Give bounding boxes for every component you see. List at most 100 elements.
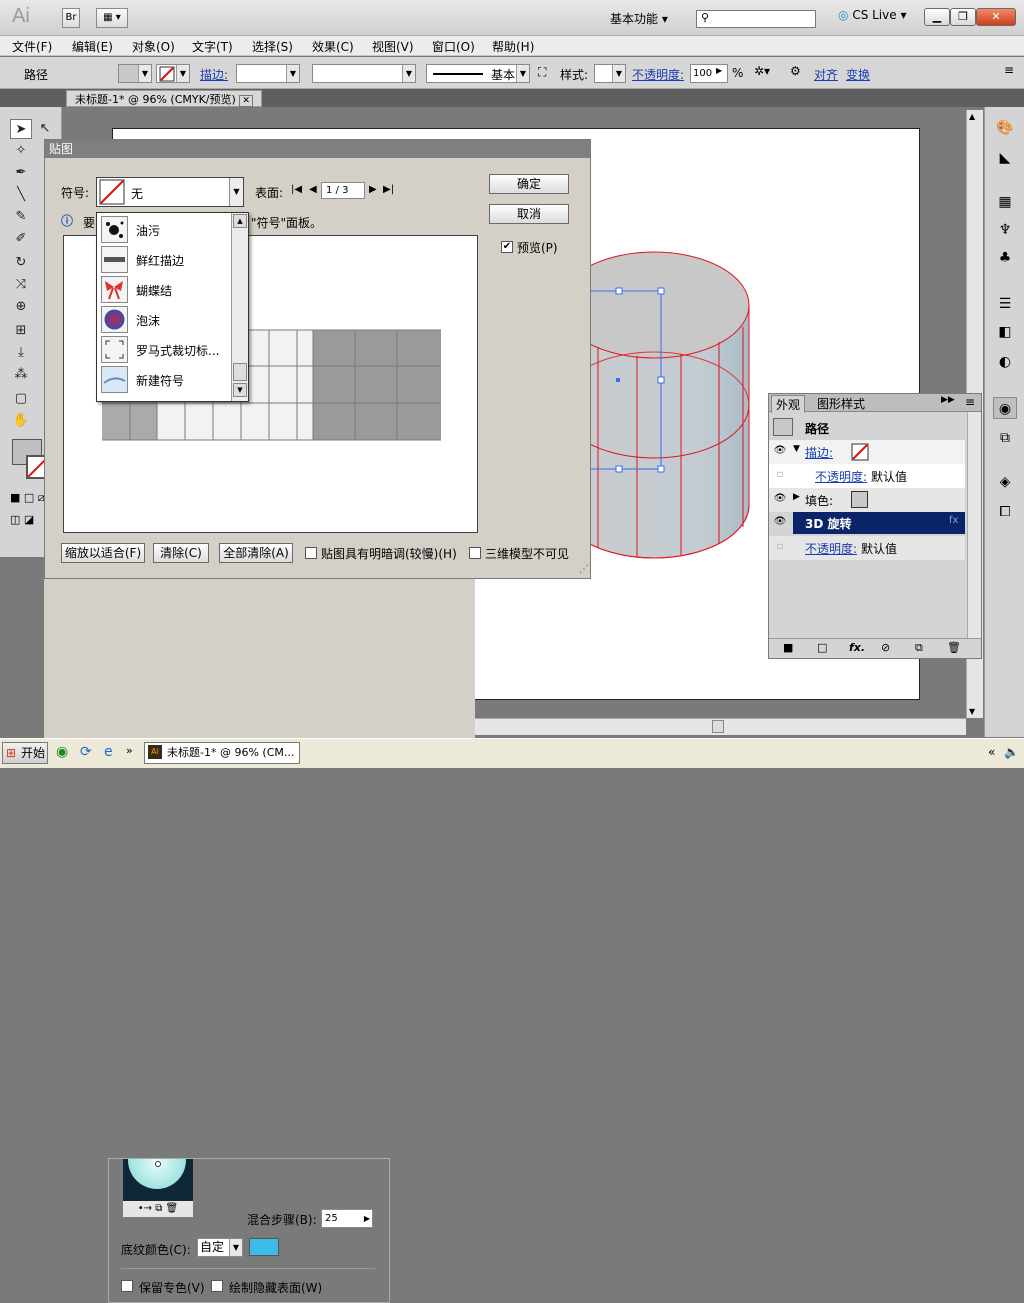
scroll-up-icon[interactable]: ▲ xyxy=(969,112,975,121)
transparency-panel-icon[interactable]: ◐ xyxy=(993,351,1017,373)
menu-object[interactable]: 对象(O) xyxy=(132,38,175,55)
stroke-link[interactable]: 描边: xyxy=(200,66,228,83)
opacity-row-link[interactable]: 不透明度: xyxy=(805,540,857,557)
search-input[interactable]: ⚲ xyxy=(696,10,816,28)
swatches-panel-icon[interactable]: ▦ xyxy=(993,191,1017,213)
visibility-eye-icon[interactable]: 👁 xyxy=(773,516,787,530)
brush-dropdown[interactable]: 基本 ▼ xyxy=(426,64,530,83)
scale-to-fit-button[interactable]: 缩放以适合(F) xyxy=(61,543,145,563)
opacity-link[interactable]: 不透明度: xyxy=(632,66,684,83)
symbol-list-scrollbar[interactable]: ▲ ▼ xyxy=(231,213,248,401)
tab-graphic-styles[interactable]: 图形样式 xyxy=(813,395,869,412)
scroll-down-icon[interactable]: ▼ xyxy=(969,707,975,716)
pencil-tool-icon[interactable]: ✐ xyxy=(10,229,32,249)
brush-options-icon[interactable]: ⛶ xyxy=(538,65,546,80)
last-surface-icon[interactable]: ▶| xyxy=(383,184,394,195)
no-stroke-icon[interactable] xyxy=(851,443,869,461)
add-stroke-icon[interactable]: ■ xyxy=(783,641,793,654)
layers-panel-icon[interactable]: ◈ xyxy=(993,471,1017,493)
cancel-button[interactable]: 取消 xyxy=(489,204,569,224)
brushes-panel-icon[interactable]: ♆ xyxy=(993,219,1017,241)
visibility-eye-icon[interactable]: 👁 xyxy=(773,493,787,507)
control-panel-menu-icon[interactable]: ≡ xyxy=(1004,63,1014,77)
scroll-up-icon[interactable]: ▲ xyxy=(233,214,247,228)
appearance-row-opacity[interactable]: ▫ 不透明度: 默认值 xyxy=(769,536,965,560)
expand-triangle-icon[interactable]: ▶ xyxy=(793,492,800,502)
symbol-list[interactable]: 油污 鲜红描边 蝴蝶结 泡沫 罗马式裁切标... 新建符号 ▲ ▼ xyxy=(96,212,249,402)
expand-triangle-icon[interactable]: ▼ xyxy=(793,444,800,454)
fill-color-dropdown[interactable]: ▼ xyxy=(118,64,152,83)
clear-all-button[interactable]: 全部清除(A) xyxy=(219,543,293,563)
document-tab[interactable]: 未标题-1* @ 96% (CMYK/预览) ✕ xyxy=(66,90,262,107)
rotate-tool-icon[interactable]: ↻ xyxy=(10,253,32,273)
opacity-arrow-icon[interactable]: ▶ xyxy=(716,66,722,75)
menu-file[interactable]: 文件(F) xyxy=(12,38,52,55)
preserve-spot-checkbox[interactable] xyxy=(121,1280,133,1292)
preview-checkbox[interactable]: ✔ xyxy=(501,241,513,253)
ok-button[interactable]: 确定 xyxy=(489,174,569,194)
stroke-weight-field[interactable]: ▼ xyxy=(236,64,300,83)
appearance-panel-icon[interactable]: ◉ xyxy=(993,397,1017,419)
graphic-styles-panel-icon[interactable]: ⧉ xyxy=(993,427,1017,449)
paintbrush-tool-icon[interactable]: ✎ xyxy=(10,207,32,227)
symbol-item-red-stroke[interactable]: 鲜红描边 xyxy=(101,245,229,275)
graphic-style-dropdown[interactable]: ▼ xyxy=(594,64,626,83)
collapse-icon[interactable]: ▶▶ xyxy=(941,395,955,405)
appearance-row-3d-rotate[interactable]: 3D 旋转 fx xyxy=(793,512,965,534)
panel-menu-icon[interactable]: ≡ xyxy=(965,395,975,409)
minimize-button[interactable]: ▁ xyxy=(924,8,950,26)
shade-artwork-checkbox[interactable] xyxy=(305,547,317,559)
next-surface-icon[interactable]: ▶ xyxy=(369,184,377,195)
resize-grip-icon[interactable]: ⋰ xyxy=(579,564,589,575)
align-link[interactable]: 对齐 xyxy=(814,66,838,83)
clear-button[interactable]: 清除(C) xyxy=(153,543,209,563)
perspective-grid-tool-icon[interactable]: ⊞ xyxy=(10,321,32,341)
appearance-row-fill[interactable]: 👁 ▶ 填色: xyxy=(769,488,965,512)
scroll-thumb[interactable] xyxy=(712,720,724,733)
bridge-button[interactable]: Br xyxy=(62,8,80,28)
color-panel-icon[interactable]: 🎨 xyxy=(993,117,1017,139)
menu-view[interactable]: 视图(V) xyxy=(372,38,414,55)
symbol-sprayer-tool-icon[interactable]: ⁂ xyxy=(10,365,32,385)
fill-swatch[interactable] xyxy=(851,491,868,508)
draw-hidden-checkbox[interactable] xyxy=(211,1280,223,1292)
appearance-row-stroke-opacity[interactable]: ▫ 不透明度: 默认值 xyxy=(769,464,965,488)
add-effect-icon[interactable]: fx. xyxy=(849,641,865,654)
tray-volume-icon[interactable]: 🔈 xyxy=(1004,745,1019,759)
internet-explorer-icon[interactable]: e xyxy=(104,744,113,760)
quick-launch-expand-icon[interactable]: » xyxy=(126,744,133,757)
arrange-documents-button[interactable]: ▦ ▾ xyxy=(96,8,128,28)
menu-help[interactable]: 帮助(H) xyxy=(492,38,534,55)
width-tool-icon[interactable]: ⤨ xyxy=(10,275,32,295)
shading-color-dropdown[interactable]: 自定 ▼ xyxy=(197,1238,243,1257)
close-tab-icon[interactable]: ✕ xyxy=(239,95,253,107)
direct-selection-tool-icon[interactable]: ↖ xyxy=(34,119,56,139)
magic-wand-tool-icon[interactable]: ✧ xyxy=(10,141,32,161)
cs-live-menu[interactable]: ◎ CS Live ▾ xyxy=(838,8,906,22)
visibility-eye-icon[interactable]: 👁 xyxy=(773,445,787,459)
line-tool-icon[interactable]: ╲ xyxy=(10,185,32,205)
transform-link[interactable]: 变换 xyxy=(846,66,870,83)
scroll-down-icon[interactable]: ▼ xyxy=(233,383,247,397)
tab-appearance[interactable]: 外观 xyxy=(771,395,806,413)
menu-effect[interactable]: 效果(C) xyxy=(312,38,354,55)
start-button[interactable]: ⊞ 开始 xyxy=(2,742,48,764)
effect-3d-rotate-link[interactable]: 3D 旋转 xyxy=(805,515,852,532)
scroll-thumb[interactable] xyxy=(233,363,247,381)
add-fill-icon[interactable]: □ xyxy=(817,641,827,654)
menu-edit[interactable]: 编辑(E) xyxy=(72,38,113,55)
recolor-artwork-icon[interactable]: ✲▾ xyxy=(754,64,770,78)
browser-icon[interactable]: ⟳ xyxy=(80,744,92,760)
gradient-panel-icon[interactable]: ◧ xyxy=(993,321,1017,343)
blend-steps-input[interactable]: 25 ▶ xyxy=(321,1209,373,1228)
shading-color-swatch[interactable] xyxy=(249,1238,279,1256)
first-surface-icon[interactable]: |◀ xyxy=(291,184,302,195)
menu-window[interactable]: 窗口(O) xyxy=(432,38,475,55)
appearance-row-stroke[interactable]: 👁 ▼ 描边: xyxy=(769,440,965,464)
color-mode-icons[interactable]: ■ □ ⧄ xyxy=(10,491,45,505)
light-controls[interactable]: •→ ⧉ 🗑 xyxy=(123,1201,193,1217)
visibility-eye-icon[interactable]: ▫ xyxy=(773,541,787,555)
artboard-tool-icon[interactable]: ▢ xyxy=(10,389,32,409)
selection-tool-icon[interactable]: ➤ xyxy=(10,119,32,139)
previous-surface-icon[interactable]: ◀ xyxy=(309,184,317,195)
